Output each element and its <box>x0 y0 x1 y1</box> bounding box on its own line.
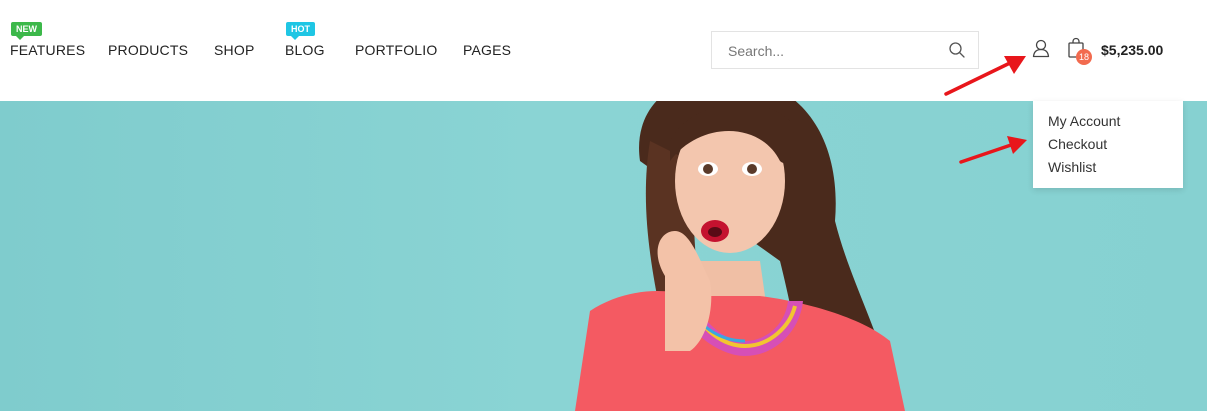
nav-item-products[interactable]: PRODUCTS <box>108 42 188 58</box>
account-dropdown: My Account Checkout Wishlist <box>1033 101 1183 188</box>
nav-item-blog[interactable]: BLOG <box>285 42 325 58</box>
dropdown-item-checkout[interactable]: Checkout <box>1048 136 1107 152</box>
dropdown-item-wishlist[interactable]: Wishlist <box>1048 159 1096 175</box>
red-arrow-icon <box>959 136 1027 164</box>
nav-item-portfolio[interactable]: PORTFOLIO <box>355 42 437 58</box>
nav-item-features[interactable]: FEATURES <box>10 42 85 58</box>
hot-badge: HOT <box>286 22 315 40</box>
nav-item-pages[interactable]: PAGES <box>463 42 511 58</box>
search-input[interactable] <box>726 40 940 62</box>
cart-count-badge: 18 <box>1076 49 1092 65</box>
cart-total[interactable]: $5,235.00 <box>1101 42 1163 58</box>
red-arrow-icon <box>944 56 1026 96</box>
dropdown-item-my-account[interactable]: My Account <box>1048 113 1120 129</box>
user-icon[interactable] <box>1031 38 1051 58</box>
new-badge: NEW <box>11 22 42 40</box>
search-box <box>711 31 979 69</box>
nav-item-shop[interactable]: SHOP <box>214 42 254 58</box>
